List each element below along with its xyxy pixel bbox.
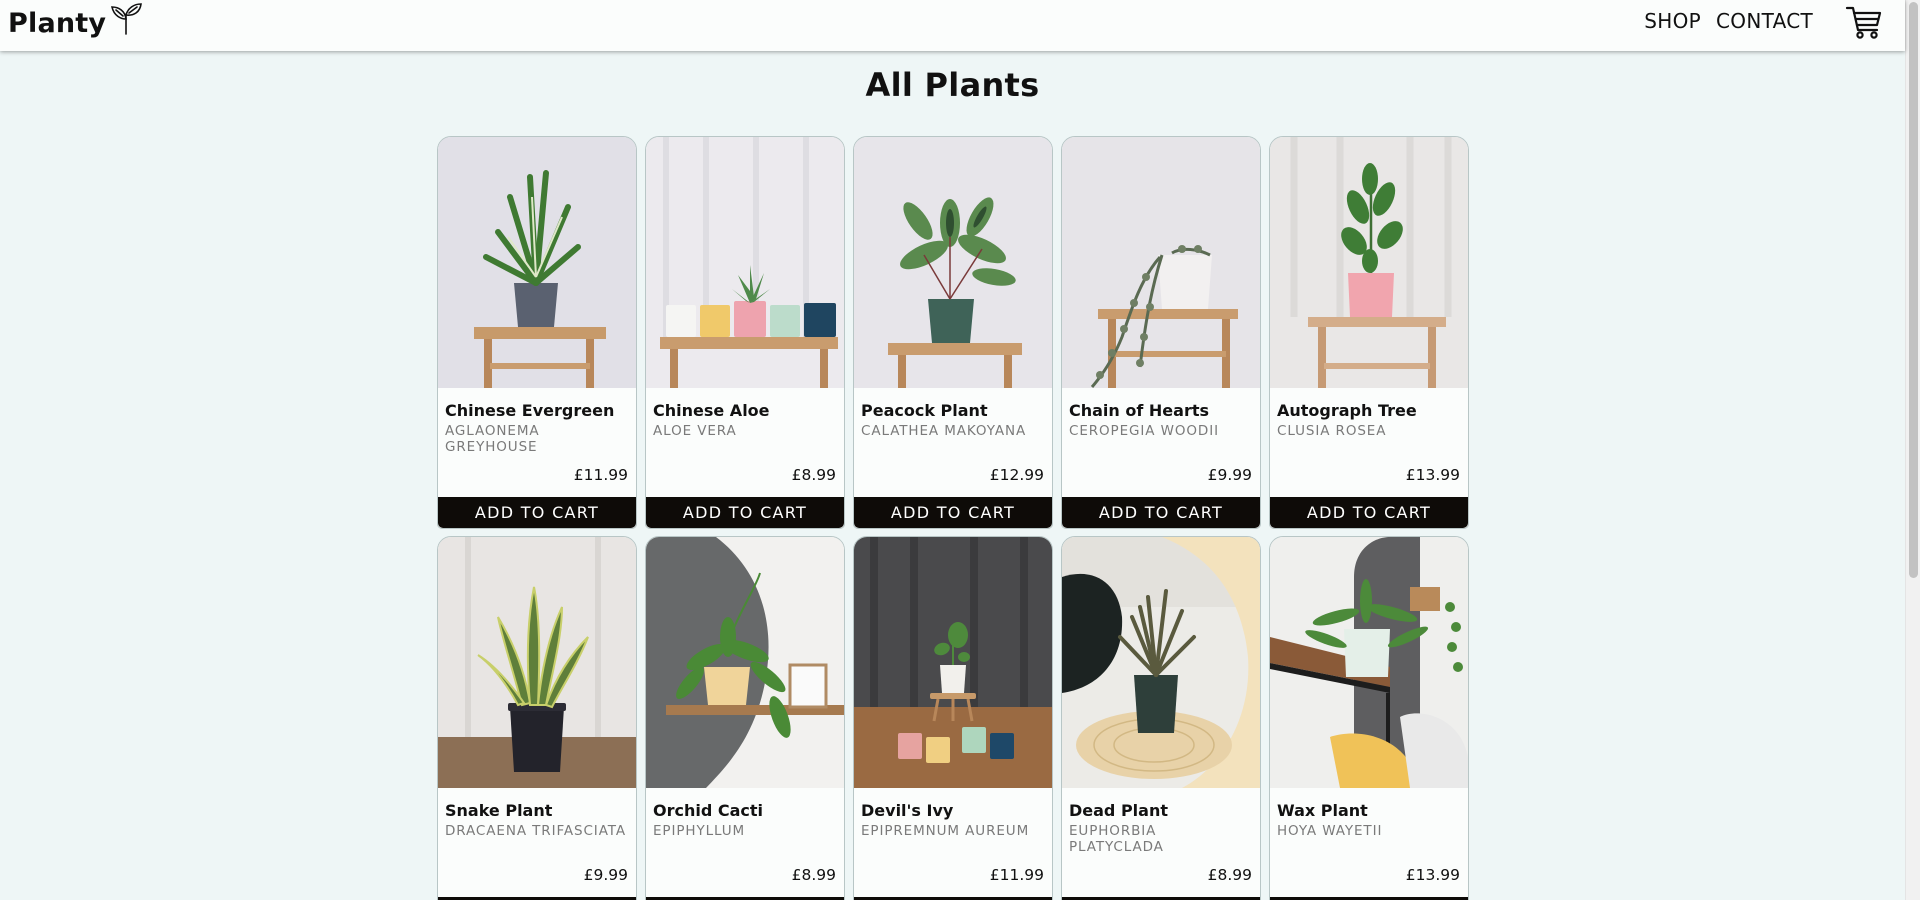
- product-image[interactable]: [646, 537, 844, 788]
- add-to-cart-button[interactable]: ADD TO CART: [854, 497, 1052, 528]
- product-latin-name: EPIPREMNUM AUREUM: [861, 823, 1030, 839]
- product-price: £11.99: [573, 466, 628, 484]
- add-to-cart-button[interactable]: ADD TO CART: [1062, 497, 1260, 528]
- product-name: Wax Plant: [1277, 801, 1368, 820]
- product-grid: Chinese Evergreen AGLAONEMA GREYHOUSE £1…: [437, 136, 1469, 900]
- product-card[interactable]: Orchid Cacti EPIPHYLLUM £8.99 ADD TO CAR…: [645, 536, 845, 900]
- product-image[interactable]: [1270, 537, 1468, 788]
- add-to-cart-button[interactable]: ADD TO CART: [438, 497, 636, 528]
- product-price: £8.99: [1207, 866, 1252, 884]
- product-latin-name: ALOE VERA: [653, 423, 737, 439]
- product-card[interactable]: Chain of Hearts CEROPEGIA WOODII £9.99 A…: [1061, 136, 1261, 529]
- product-card[interactable]: Snake Plant DRACAENA TRIFASCIATA £9.99 A…: [437, 536, 637, 900]
- product-image[interactable]: [1062, 137, 1260, 388]
- product-name: Dead Plant: [1069, 801, 1168, 820]
- nav-contact[interactable]: CONTACT: [1716, 9, 1813, 33]
- product-image[interactable]: [1062, 537, 1260, 788]
- product-card[interactable]: Chinese Evergreen AGLAONEMA GREYHOUSE £1…: [437, 136, 637, 529]
- product-latin-name: HOYA WAYETII: [1277, 823, 1383, 839]
- product-image[interactable]: [438, 537, 636, 788]
- product-image[interactable]: [646, 137, 844, 388]
- product-price: £9.99: [1207, 466, 1252, 484]
- product-latin-name: CLUSIA ROSEA: [1277, 423, 1387, 439]
- product-price: £13.99: [1405, 466, 1460, 484]
- product-latin-name: EPIPHYLLUM: [653, 823, 746, 839]
- cart-icon[interactable]: [1845, 5, 1883, 45]
- main-nav: SHOP CONTACT: [1644, 9, 1813, 33]
- product-name: Chinese Aloe: [653, 401, 770, 420]
- add-to-cart-button[interactable]: ADD TO CART: [646, 497, 844, 528]
- product-name: Autograph Tree: [1277, 401, 1417, 420]
- product-latin-name: EUPHORBIA PLATYCLADA: [1069, 823, 1164, 855]
- product-latin-name: AGLAONEMA GREYHOUSE: [445, 423, 540, 455]
- logo-text: Planty: [8, 8, 107, 39]
- product-price: £9.99: [583, 866, 628, 884]
- product-price: £11.99: [989, 866, 1044, 884]
- logo[interactable]: Planty: [8, 2, 143, 43]
- product-latin-name: CALATHEA MAKOYANA: [861, 423, 1027, 439]
- product-name: Peacock Plant: [861, 401, 988, 420]
- page-scrollbar[interactable]: [1905, 0, 1920, 900]
- site-header: Planty SHOP CONTACT: [0, 0, 1905, 51]
- product-card[interactable]: Chinese Aloe ALOE VERA £8.99 ADD TO CART: [645, 136, 845, 529]
- product-price: £12.99: [989, 466, 1044, 484]
- product-name: Devil's Ivy: [861, 801, 954, 820]
- product-image[interactable]: [854, 537, 1052, 788]
- product-card[interactable]: Peacock Plant CALATHEA MAKOYANA £12.99 A…: [853, 136, 1053, 529]
- sprout-icon: [109, 2, 143, 43]
- product-name: Orchid Cacti: [653, 801, 764, 820]
- product-name: Snake Plant: [445, 801, 553, 820]
- product-name: Chain of Hearts: [1069, 401, 1209, 420]
- product-card[interactable]: Autograph Tree CLUSIA ROSEA £13.99 ADD T…: [1269, 136, 1469, 529]
- product-latin-name: CEROPEGIA WOODII: [1069, 423, 1219, 439]
- add-to-cart-button[interactable]: ADD TO CART: [1270, 497, 1468, 528]
- product-card[interactable]: Devil's Ivy EPIPREMNUM AUREUM £11.99 ADD…: [853, 536, 1053, 900]
- product-card[interactable]: Dead Plant EUPHORBIA PLATYCLADA £8.99 AD…: [1061, 536, 1261, 900]
- product-image[interactable]: [1270, 137, 1468, 388]
- product-image[interactable]: [438, 137, 636, 388]
- nav-shop[interactable]: SHOP: [1644, 9, 1701, 33]
- product-price: £13.99: [1405, 866, 1460, 884]
- product-card[interactable]: Wax Plant HOYA WAYETII £13.99 ADD TO CAR…: [1269, 536, 1469, 900]
- scrollbar-thumb[interactable]: [1909, 2, 1918, 578]
- product-image[interactable]: [854, 137, 1052, 388]
- product-price: £8.99: [791, 466, 836, 484]
- product-name: Chinese Evergreen: [445, 401, 615, 420]
- product-price: £8.99: [791, 866, 836, 884]
- product-latin-name: DRACAENA TRIFASCIATA: [445, 823, 627, 839]
- page-title: All Plants: [865, 66, 1040, 104]
